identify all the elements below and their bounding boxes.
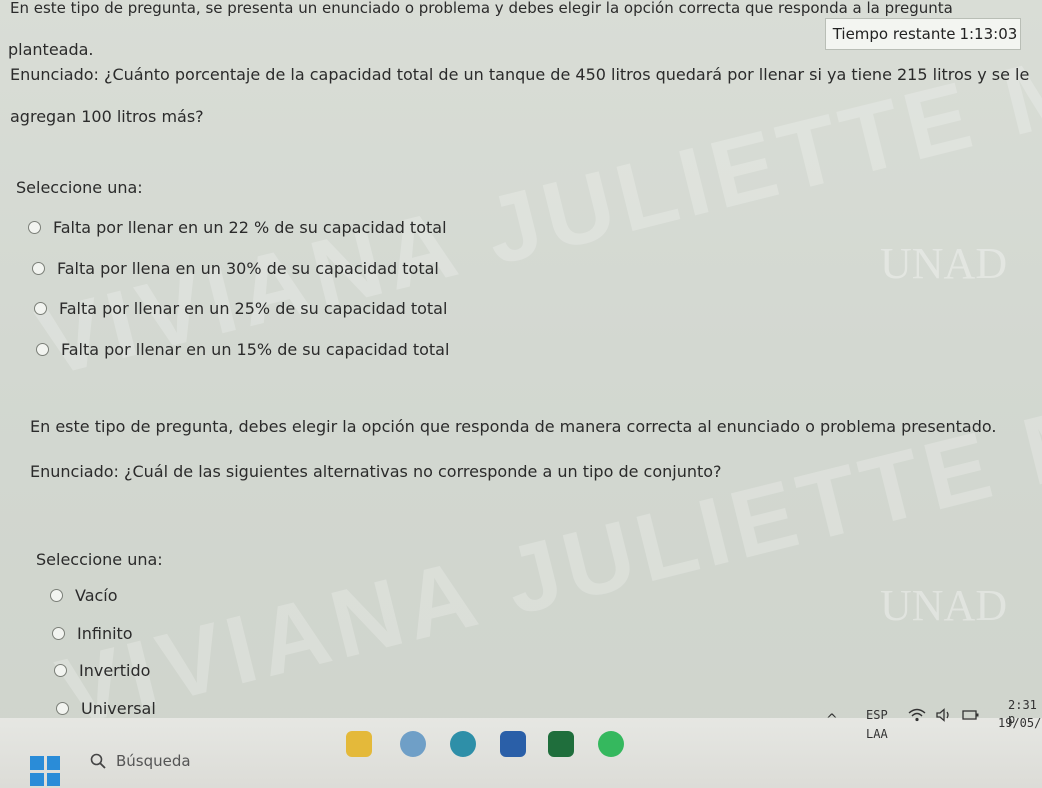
radio-button[interactable] xyxy=(52,627,65,640)
question-2-option-a[interactable]: Vacío xyxy=(50,586,118,605)
question-2-intro: En este tipo de pregunta, debes elegir l… xyxy=(30,417,997,436)
option-label: Falta por llena en un 30% de su capacida… xyxy=(57,259,439,278)
taskbar-app-excel[interactable] xyxy=(548,731,574,757)
volume-icon[interactable] xyxy=(936,708,952,726)
option-label: Universal xyxy=(81,699,156,718)
option-label: Invertido xyxy=(79,661,151,680)
radio-button[interactable] xyxy=(34,302,47,315)
question-1-statement-continued: agregan 100 litros más? xyxy=(10,107,204,126)
taskbar-search[interactable]: Búsqueda xyxy=(90,752,191,770)
question-2-option-c[interactable]: Invertido xyxy=(54,661,150,680)
option-label: Infinito xyxy=(77,624,133,643)
timer-label: Tiempo restante xyxy=(832,25,956,43)
option-label: Falta por llenar en un 15% de su capacid… xyxy=(61,340,450,359)
question-intro-continued: planteada. xyxy=(8,40,94,59)
question-1-option-c[interactable]: Falta por llenar en un 25% de su capacid… xyxy=(34,299,447,318)
question-1-option-d[interactable]: Falta por llenar en un 15% de su capacid… xyxy=(36,340,449,359)
time-remaining: Tiempo restante 1:13:03 xyxy=(825,18,1021,50)
question-2-option-b[interactable]: Infinito xyxy=(52,624,133,643)
search-icon xyxy=(90,753,106,769)
taskbar-app-file-explorer[interactable] xyxy=(346,731,372,757)
taskbar-app-edge[interactable] xyxy=(450,731,476,757)
question-1-select-label: Seleccione una: xyxy=(16,178,143,197)
windows-icon[interactable] xyxy=(30,756,60,786)
unad-logo: UNAD xyxy=(880,581,1008,630)
radio-button[interactable] xyxy=(28,221,41,234)
chevron-up-icon[interactable]: ^ xyxy=(826,712,838,728)
timer-value: 1:13:03 xyxy=(959,25,1018,43)
question-2-option-d[interactable]: Universal xyxy=(56,699,156,718)
search-placeholder: Búsqueda xyxy=(116,752,191,770)
language-indicator[interactable]: ESP xyxy=(866,708,888,722)
question-intro: En este tipo de pregunta, se presenta un… xyxy=(10,0,953,17)
radio-button[interactable] xyxy=(36,343,49,356)
question-1-statement: Enunciado: ¿Cuánto porcentaje de la capa… xyxy=(10,65,1030,84)
unad-logo: UNAD xyxy=(880,239,1008,288)
clock-date[interactable]: 19/05/2 xyxy=(998,716,1042,730)
question-1-option-b[interactable]: Falta por llena en un 30% de su capacida… xyxy=(32,259,439,278)
question-2-select-label: Seleccione una: xyxy=(36,550,163,569)
question-2-statement: Enunciado: ¿Cuál de las siguientes alter… xyxy=(30,462,722,481)
battery-icon[interactable] xyxy=(962,708,980,726)
taskbar-app-chrome[interactable] xyxy=(598,731,624,757)
radio-button[interactable] xyxy=(50,589,63,602)
option-label: Falta por llenar en un 25% de su capacid… xyxy=(59,299,448,318)
taskbar-app-store[interactable] xyxy=(500,731,526,757)
taskbar-app-browser[interactable] xyxy=(400,731,426,757)
radio-button[interactable] xyxy=(54,664,67,677)
radio-button[interactable] xyxy=(32,262,45,275)
option-label: Vacío xyxy=(75,586,118,605)
radio-button[interactable] xyxy=(56,702,69,715)
wifi-icon[interactable] xyxy=(908,708,926,726)
language-variant[interactable]: LAA xyxy=(866,727,888,741)
question-1-option-a[interactable]: Falta por llenar en un 22 % de su capaci… xyxy=(28,218,447,237)
watermark: VIVIANA JULIETTE MEDINA xyxy=(47,302,1042,747)
option-label: Falta por llenar en un 22 % de su capaci… xyxy=(53,218,447,237)
